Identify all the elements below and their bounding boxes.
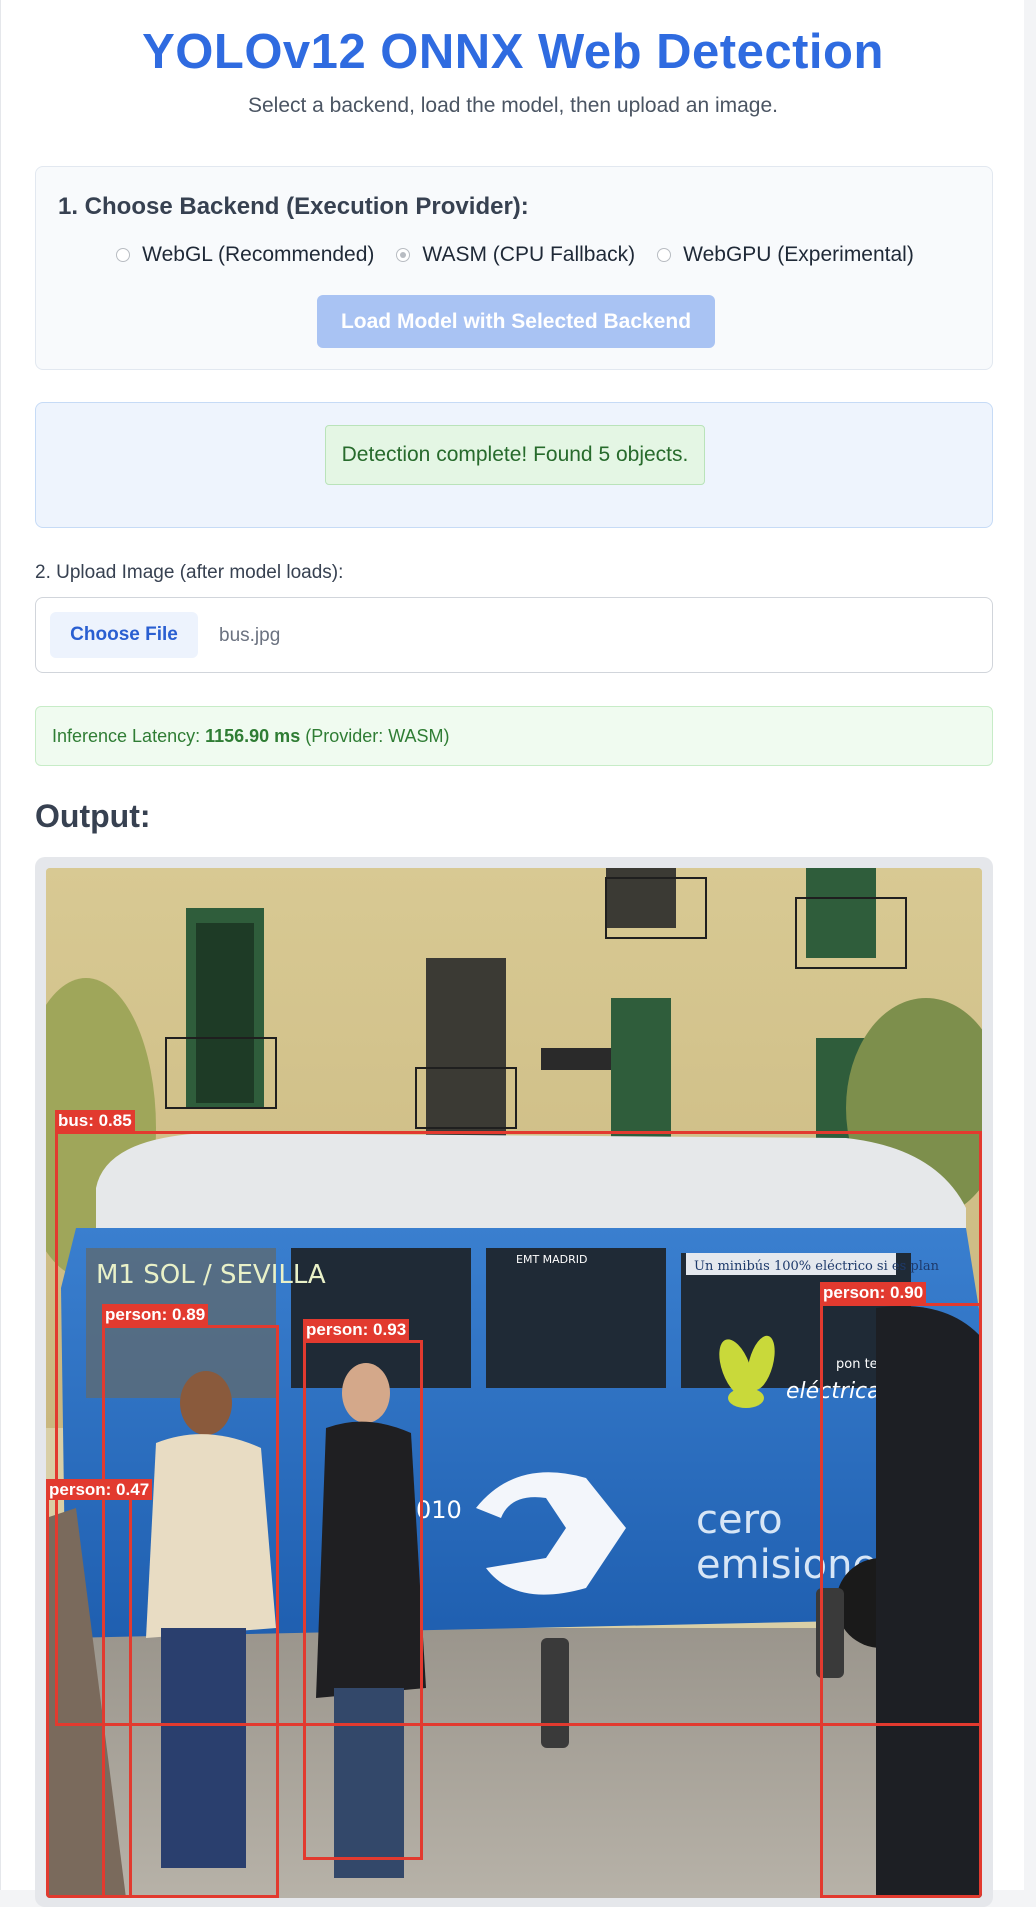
webgpu-label: WebGPU (Experimental) [683,243,914,266]
backend-options: WebGL (Recommended) WASM (CPU Fallback) … [36,243,994,267]
detection-box-person-2 [303,1340,423,1860]
backend-option-webgpu[interactable]: WebGPU (Experimental) [657,243,914,267]
detection-box-person-4 [46,1485,132,1898]
window-2 [196,923,254,1103]
latency-info: Inference Latency: 1156.90 ms (Provider:… [35,706,993,766]
choose-file-button[interactable]: Choose File [50,612,198,658]
detection-label-bus: bus: 0.85 [55,1110,135,1131]
backend-option-webgl[interactable]: WebGL (Recommended) [116,243,374,267]
latency-value: 1156.90 ms [205,725,301,746]
webgl-label: WebGL (Recommended) [142,243,375,266]
page-scrollbar[interactable] [1024,0,1036,1890]
street-sign [541,1048,611,1070]
upload-label: 2. Upload Image (after model loads): [35,562,344,583]
detection-box-person-3 [820,1303,982,1898]
file-input[interactable]: Choose File bus.jpg [35,597,993,673]
detection-label-person-3: person: 0.90 [820,1282,927,1303]
status-message: Detection complete! Found 5 objects. [325,425,705,485]
webgpu-radio[interactable] [657,248,672,262]
detection-label-person-2: person: 0.93 [303,1319,410,1340]
detection-label-person-1: person: 0.89 [102,1304,209,1325]
latency-prefix: Inference Latency: [52,725,201,746]
status-panel: Detection complete! Found 5 objects. [35,402,993,528]
output-heading: Output: [35,798,151,834]
output-canvas-frame: Un minibús 100% eléctrico si es plan M1 … [35,857,993,1907]
window-7 [806,868,876,958]
webgl-radio[interactable] [116,248,131,262]
latency-provider: (Provider: WASM) [305,725,450,746]
selected-file-name: bus.jpg [219,625,281,646]
wasm-radio[interactable] [396,248,411,262]
page-subtitle: Select a backend, load the model, then u… [247,94,779,117]
backend-panel: 1. Choose Backend (Execution Provider): … [35,166,993,370]
backend-heading: 1. Choose Backend (Execution Provider): [58,193,529,220]
page: YOLOv12 ONNX Web Detection Select a back… [0,0,1025,1907]
output-image: Un minibús 100% eléctrico si es plan M1 … [46,868,982,1898]
load-model-button[interactable]: Load Model with Selected Backend [317,295,715,348]
page-title: YOLOv12 ONNX Web Detection [142,25,884,79]
backend-option-wasm[interactable]: WASM (CPU Fallback) [396,243,635,267]
wasm-label: WASM (CPU Fallback) [422,243,636,266]
detection-label-person-4: person: 0.47 [46,1479,153,1500]
